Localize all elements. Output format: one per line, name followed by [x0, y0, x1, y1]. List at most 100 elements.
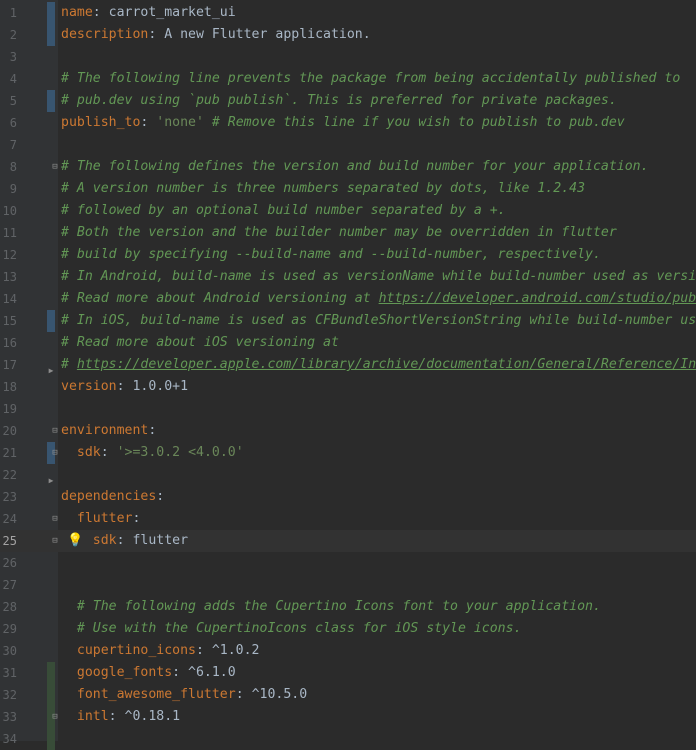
- plain-text: : ^1.0.2: [195, 643, 260, 658]
- yaml-key: sdk: [92, 533, 117, 548]
- plain-text: [61, 687, 77, 702]
- plain-text: [61, 533, 93, 548]
- fold-collapsed-icon[interactable]: ▶: [46, 476, 56, 486]
- code-line[interactable]: 26: [0, 552, 696, 574]
- comment-text: #: [61, 357, 77, 372]
- plain-text: [61, 511, 77, 526]
- plain-text: :: [132, 511, 141, 526]
- code-text: # In iOS, build-name is used as CFBundle…: [61, 310, 696, 332]
- code-line[interactable]: 28 # The following adds the Cupertino Ic…: [0, 596, 696, 618]
- string-value: '>=3.0.2 <4.0.0': [116, 445, 244, 460]
- code-line[interactable]: 12 # build by specifying --build-name and…: [0, 244, 696, 266]
- code-line[interactable]: 4 # The following line prevents the packa…: [0, 68, 696, 90]
- code-line[interactable]: 14 # Read more about Android versioning a…: [0, 288, 696, 310]
- vcs-change-marker[interactable]: [47, 310, 55, 332]
- code-line[interactable]: 20 ⊟ environment:: [0, 420, 696, 442]
- code-text: # The following adds the Cupertino Icons…: [61, 596, 601, 618]
- code-line[interactable]: 16 # Read more about iOS versioning at: [0, 332, 696, 354]
- code-line[interactable]: 17 ▶ # https://developer.apple.com/library…: [0, 354, 696, 376]
- vcs-change-marker[interactable]: [47, 24, 55, 46]
- code-line[interactable]: 22 ▶: [0, 464, 696, 486]
- code-line[interactable]: 31 google_fonts: ^6.1.0: [0, 662, 696, 684]
- line-number: 31: [2, 666, 17, 680]
- code-line[interactable]: 13 # In Android, build-name is used as ve…: [0, 266, 696, 288]
- code-text: # Use with the CupertinoIcons class for …: [61, 618, 522, 640]
- comment-text: # The following adds the Cupertino Icons…: [76, 599, 601, 614]
- code-line[interactable]: 27: [0, 574, 696, 596]
- fold-collapsed-icon[interactable]: ▶: [46, 366, 56, 376]
- code-line[interactable]: 21 ⊟ sdk: '>=3.0.2 <4.0.0': [0, 442, 696, 464]
- yaml-key: environment: [61, 423, 149, 438]
- code-text: google_fonts: ^6.1.0: [61, 662, 236, 684]
- plain-text: [61, 709, 77, 724]
- comment-text: # Both the version and the builder numbe…: [61, 225, 617, 240]
- code-line[interactable]: 30 cupertino_icons: ^1.0.2: [0, 640, 696, 662]
- line-number: 9: [9, 182, 17, 196]
- plain-text: :: [148, 423, 157, 438]
- code-text: name: carrot_market_ui: [61, 2, 236, 24]
- vcs-change-marker[interactable]: [47, 684, 55, 706]
- code-line[interactable]: 23 dependencies:: [0, 486, 696, 508]
- plain-text: : carrot_market_ui: [92, 5, 236, 20]
- code-line[interactable]: 7: [0, 134, 696, 156]
- line-number: 24: [2, 512, 17, 526]
- vcs-change-marker[interactable]: [47, 662, 55, 684]
- comment-text: # A version number is three numbers sepa…: [61, 181, 586, 196]
- comment-text: # Use with the CupertinoIcons class for …: [76, 621, 522, 636]
- code-text: description: A new Flutter application.: [61, 24, 371, 46]
- url-link[interactable]: https://developer.android.com/studio/pub: [379, 291, 696, 306]
- code-editor[interactable]: 1 name: carrot_market_ui 2 description: A n…: [0, 2, 696, 750]
- code-line[interactable]: 11 # Both the version and the builder num…: [0, 222, 696, 244]
- line-number: 18: [2, 380, 17, 394]
- vcs-change-marker[interactable]: [47, 728, 55, 750]
- code-line[interactable]: 10 # followed by an optional build number…: [0, 200, 696, 222]
- code-text: # The following defines the version and …: [61, 156, 649, 178]
- code-line[interactable]: 2 description: A new Flutter application.: [0, 24, 696, 46]
- code-text: # pub.dev using `pub publish`. This is p…: [61, 90, 617, 112]
- fold-open-icon[interactable]: ⊟: [50, 712, 60, 722]
- code-line[interactable]: 8 ⊟ # The following defines the version an…: [0, 156, 696, 178]
- fold-open-icon[interactable]: ⊟: [50, 536, 60, 546]
- url-link[interactable]: https://developer.apple.com/library/arch…: [77, 357, 696, 372]
- line-number: 4: [9, 72, 17, 86]
- plain-text: : ^10.5.0: [235, 687, 308, 702]
- line-number: 13: [2, 270, 17, 284]
- code-line[interactable]: 19: [0, 398, 696, 420]
- comment-text: # followed by an optional build number s…: [61, 203, 506, 218]
- vcs-change-marker[interactable]: [47, 2, 55, 24]
- line-number: 1: [9, 6, 17, 20]
- code-line[interactable]: 6 publish_to: 'none' # Remove this line i…: [0, 112, 696, 134]
- line-number: 20: [2, 424, 17, 438]
- yaml-key: font_awesome_flutter: [76, 687, 236, 702]
- code-text: version: 1.0.0+1: [61, 376, 188, 398]
- line-number: 10: [2, 204, 17, 218]
- code-text: cupertino_icons: ^1.0.2: [61, 640, 260, 662]
- comment-text: # Read more about iOS versioning at: [61, 335, 339, 350]
- code-line[interactable]: 29 # Use with the CupertinoIcons class f…: [0, 618, 696, 640]
- code-line[interactable]: 33 ⊟ intl: ^0.18.1: [0, 706, 696, 728]
- code-line[interactable]: 15 # In iOS, build-name is used as CFBund…: [0, 310, 696, 332]
- code-line[interactable]: 18 version: 1.0.0+1: [0, 376, 696, 398]
- code-line[interactable]: 3: [0, 46, 696, 68]
- code-line[interactable]: 32 font_awesome_flutter: ^10.5.0: [0, 684, 696, 706]
- line-number: 6: [9, 116, 17, 130]
- line-number: 28: [2, 600, 17, 614]
- comment-text: # build by specifying --build-name and -…: [61, 247, 601, 262]
- code-line[interactable]: 25 ⊟ 💡 sdk: flutter: [0, 530, 696, 552]
- plain-text: :: [140, 115, 157, 130]
- line-number: 23: [2, 490, 17, 504]
- code-line[interactable]: 5 # pub.dev using `pub publish`. This is …: [0, 90, 696, 112]
- fold-open-icon[interactable]: ⊟: [50, 426, 60, 436]
- code-line[interactable]: 24 ⊟ flutter:: [0, 508, 696, 530]
- line-number: 8: [9, 160, 17, 174]
- code-line[interactable]: 9 # A version number is three numbers sep…: [0, 178, 696, 200]
- fold-end-icon[interactable]: ⊟: [50, 448, 60, 458]
- fold-open-icon[interactable]: ⊟: [50, 514, 60, 524]
- code-line[interactable]: 1 name: carrot_market_ui: [0, 2, 696, 24]
- line-number: 3: [9, 50, 17, 64]
- plain-text: [61, 621, 77, 636]
- code-line[interactable]: 34: [0, 728, 696, 750]
- fold-open-icon[interactable]: ⊟: [50, 162, 60, 172]
- vcs-change-marker[interactable]: [47, 90, 55, 112]
- plain-text: : ^0.18.1: [108, 709, 181, 724]
